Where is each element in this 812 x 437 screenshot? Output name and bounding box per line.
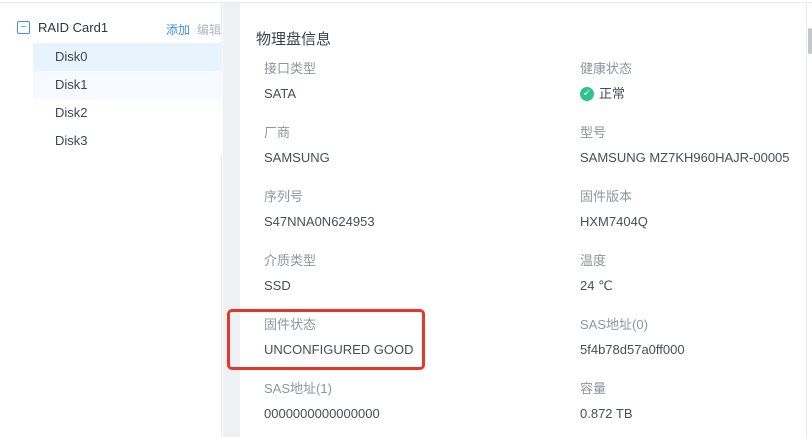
disk-item-disk0[interactable]: Disk0 xyxy=(33,43,222,71)
raid-card-tree-node: − RAID Card1 添加 编辑 xyxy=(0,17,221,41)
panel-gap xyxy=(223,3,240,437)
field-label: SAS地址(0) xyxy=(580,317,812,332)
field-value: 0000000000000000 xyxy=(264,406,380,422)
field-serial-number: 序列号 S47NNA0N624953 xyxy=(264,189,504,204)
field-value: UNCONFIGURED GOOD xyxy=(264,342,414,358)
collapse-icon[interactable]: − xyxy=(17,21,30,34)
field-vendor: 厂商 SAMSUNG xyxy=(264,125,504,140)
field-label: 型号 xyxy=(580,125,812,140)
field-firmware-version: 固件版本 HXM7404Q xyxy=(580,189,812,204)
field-temperature: 温度 24 ℃ xyxy=(580,253,812,268)
vertical-scrollbar-thumb[interactable] xyxy=(808,28,812,54)
field-value: 24 ℃ xyxy=(580,278,613,294)
field-label: SAS地址(1) xyxy=(264,381,504,396)
field-value: SSD xyxy=(264,278,291,294)
field-value: HXM7404Q xyxy=(580,214,648,230)
field-capacity: 容量 0.872 TB xyxy=(580,381,812,396)
health-ok-icon: ✓ xyxy=(580,87,594,101)
health-status-text: 正常 xyxy=(599,86,625,102)
field-label: 介质类型 xyxy=(264,253,504,268)
edit-link[interactable]: 编辑 xyxy=(197,21,221,38)
field-sas-address-1: SAS地址(1) 0000000000000000 xyxy=(264,381,504,396)
field-value: ✓ 正常 xyxy=(580,86,625,102)
field-sas-address-0: SAS地址(0) 5f4b78d57a0ff000 xyxy=(580,317,812,332)
field-label: 固件状态 xyxy=(264,317,504,332)
field-value: SATA xyxy=(264,86,296,102)
field-label: 固件版本 xyxy=(580,189,812,204)
page-title: 物理盘信息 xyxy=(256,28,331,49)
field-value: 0.872 TB xyxy=(580,406,633,422)
disk-item-disk3[interactable]: Disk3 xyxy=(33,127,222,155)
field-value: SAMSUNG MZ7KH960HAJR-00005 xyxy=(580,150,790,166)
disk-item-disk1[interactable]: Disk1 xyxy=(33,71,222,99)
field-firmware-state: 固件状态 UNCONFIGURED GOOD xyxy=(264,317,504,332)
field-label: 接口类型 xyxy=(264,61,504,76)
add-link[interactable]: 添加 xyxy=(166,21,190,38)
field-model: 型号 SAMSUNG MZ7KH960HAJR-00005 xyxy=(580,125,812,140)
field-label: 序列号 xyxy=(264,189,504,204)
field-label: 温度 xyxy=(580,253,812,268)
disk-item-disk2[interactable]: Disk2 xyxy=(33,99,222,127)
physical-disk-info-panel: 物理盘信息 接口类型 SATA 健康状态 ✓ 正常 厂商 SAMSUNG 型号 … xyxy=(240,3,807,437)
field-label: 健康状态 xyxy=(580,61,812,76)
disk-list: Disk0 Disk1 Disk2 Disk3 xyxy=(33,43,222,155)
field-value: 5f4b78d57a0ff000 xyxy=(580,342,685,358)
field-media-type: 介质类型 SSD xyxy=(264,253,504,268)
field-interface-type: 接口类型 SATA xyxy=(264,61,504,76)
field-health-status: 健康状态 ✓ 正常 xyxy=(580,61,812,76)
field-label: 容量 xyxy=(580,381,812,396)
raid-card-label[interactable]: RAID Card1 xyxy=(38,20,108,35)
raid-tree-sidebar: − RAID Card1 添加 编辑 Disk0 Disk1 Disk2 Dis… xyxy=(0,3,222,437)
field-label: 厂商 xyxy=(264,125,504,140)
field-value: S47NNA0N624953 xyxy=(264,214,375,230)
field-value: SAMSUNG xyxy=(264,150,330,166)
